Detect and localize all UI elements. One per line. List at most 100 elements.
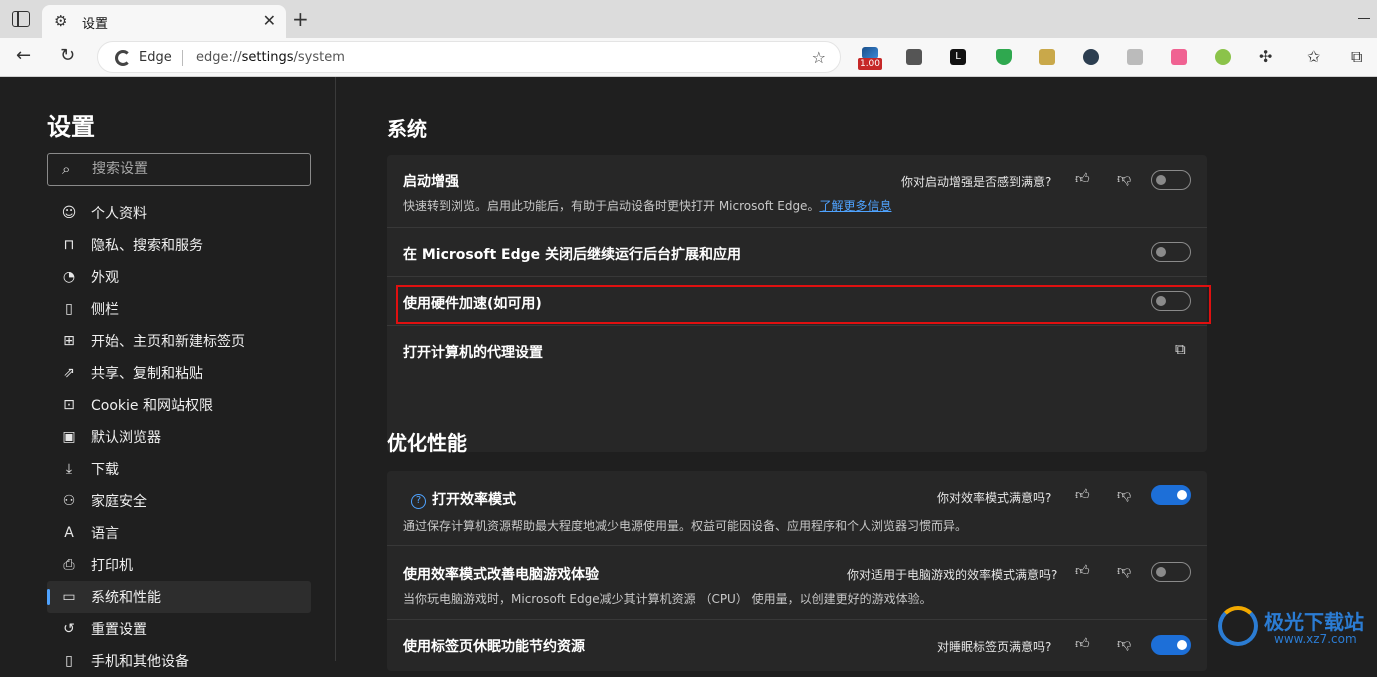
extensions-puzzle-icon[interactable]: ✣ [1259,47,1272,66]
sidebar-item-printers[interactable]: ⎙ 打印机 [47,549,311,581]
thumbs-down-icon[interactable]: 👎︎ [1117,170,1131,187]
tab-title: 设置 [82,17,109,32]
gaming-desc: 当你玩电脑游戏时，Microsoft Edge减少其计算机资源 （CPU） 使用… [403,592,932,606]
sidebar-item-languages[interactable]: A 语言 [47,517,311,549]
gaming-row: 使用效率模式改善电脑游戏体验 当你玩电脑游戏时，Microsoft Edge减少… [387,546,1207,620]
startup-boost-row: 启动增强 快速转到浏览。启用此功能后，有助于启动设备时更快打开 Microsof… [387,155,1207,228]
highlight-box [396,285,1211,324]
profile-icon: ☺ [61,205,77,221]
sidebar-item-default-browser[interactable]: ▣ 默认浏览器 [47,421,311,453]
sidebar-item-family[interactable]: ⚇ 家庭安全 [47,485,311,517]
address-bar[interactable]: Edge edge://settings/system ☆ [97,41,841,73]
external-link-icon[interactable]: ⧉ [1175,340,1186,358]
sidebar-item-start-home[interactable]: ⊞ 开始、主页和新建标签页 [47,325,311,357]
watermark: 极光下载站 www.xz7.com [1214,602,1374,652]
sidebar-item-share[interactable]: ⇗ 共享、复制和粘贴 [47,357,311,389]
learn-more-link[interactable]: 了解更多信息 [819,199,891,213]
watermark-logo-icon [1218,606,1258,646]
extension-tv-icon[interactable] [1171,49,1187,65]
sidebar-item-profile[interactable]: ☺ 个人资料 [47,197,311,229]
startup-boost-toggle[interactable] [1151,170,1191,190]
extension-image-icon[interactable] [1039,49,1055,65]
extension-l-icon[interactable]: L [950,49,966,65]
startup-boost-feedback: 你对启动增强是否感到满意? [901,175,1052,189]
thumbs-up-icon[interactable]: 👍︎ [1075,170,1090,187]
section-title-performance: 优化性能 [387,431,467,455]
edge-logo-icon [115,50,131,66]
title-bar: ⚙ 设置 ✕ + [0,0,1377,38]
search-box[interactable]: ⌕ [47,153,311,186]
page-title: 设置 [47,113,95,141]
add-favorite-icon[interactable]: ☆ [812,48,826,67]
gaming-feedback: 你对适用于电脑游戏的效率模式满意吗? [847,568,1058,582]
sleeping-tabs-toggle[interactable] [1151,635,1191,655]
sidebar-item-system[interactable]: ▭ 系统和性能 [47,581,311,613]
extension-clipboard-icon[interactable] [1127,49,1143,65]
url-text[interactable]: edge://settings/system [196,50,345,65]
address-brand: Edge [139,50,172,65]
extension-game-icon[interactable] [906,49,922,65]
help-icon[interactable]: ? [411,494,426,509]
minimize-button[interactable] [1358,18,1370,19]
efficiency-mode-feedback: 你对效率模式满意吗? [937,491,1052,505]
thumbs-down-icon[interactable]: 👎︎ [1117,635,1131,652]
efficiency-mode-row: ? 打开效率模式 通过保存计算机资源帮助最大程度地减少电源使用量。权益可能因设备、… [387,471,1207,546]
proxy-row[interactable]: 打开计算机的代理设置 ⧉ [387,326,1207,375]
system-icon: ▭ [62,589,76,605]
extension-badge: 1.00 [858,58,882,70]
sleeping-tabs-row: 使用标签页休眠功能节约资源 对睡眠标签页满意吗? 👍︎ 👎︎ [387,620,1207,671]
tab-settings[interactable]: ⚙ 设置 ✕ [42,5,286,38]
background-run-label: 在 Microsoft Edge 关闭后继续运行后台扩展和应用 [403,247,742,263]
sidebar-item-appearance[interactable]: ◔ 外观 [47,261,311,293]
reset-icon: ↺ [63,621,75,637]
startup-boost-label: 启动增强 [403,174,459,190]
sidebar-item-privacy[interactable]: ⊓ 隐私、搜索和服务 [47,229,311,261]
phone-icon: ▯ [65,653,73,669]
gaming-toggle[interactable] [1151,562,1191,582]
divider [182,50,183,66]
thumbs-up-icon[interactable]: 👍︎ [1075,562,1090,579]
new-tab-button[interactable]: + [292,9,309,29]
watermark-name: 极光下载站 [1264,610,1364,634]
efficiency-mode-label: ? 打开效率模式 [411,489,516,509]
sidebar-item-downloads[interactable]: ⤓ 下载 [47,453,311,485]
collections-icon[interactable]: ⧉ [1351,47,1362,67]
share-icon: ⇗ [63,365,75,381]
search-input[interactable] [92,161,292,177]
watermark-url: www.xz7.com [1274,632,1357,646]
back-arrow-icon[interactable]: ← [16,46,31,66]
language-icon: A [64,525,74,541]
thumbs-down-icon[interactable]: 👎︎ [1117,486,1131,503]
settings-nav: ☺ 个人资料 ⊓ 隐私、搜索和服务 ◔ 外观 ▯ 侧栏 ⊞ 开始、主页和新建标签页 ⇗ 共享… [47,197,311,677]
thumbs-up-icon[interactable]: 👍︎ [1075,486,1090,503]
gaming-label: 使用效率模式改善电脑游戏体验 [403,567,599,583]
settings-main: 系统 启动增强 快速转到浏览。启用此功能后，有助于启动设备时更快打开 Micro… [337,77,1377,671]
thumbs-up-icon[interactable]: 👍︎ [1075,635,1090,652]
sleeping-tabs-feedback: 对睡眠标签页满意吗? [937,640,1052,654]
section-title-system: 系统 [387,117,427,141]
close-icon[interactable]: ✕ [263,11,276,30]
extension-shield-icon[interactable] [996,49,1012,65]
background-run-toggle[interactable] [1151,242,1191,262]
gear-icon: ⚙ [54,12,68,30]
browser-toolbar: ← ↻ Edge edge://settings/system ☆ L ✣ ✩ … [0,38,1377,77]
sidebar-item-phone[interactable]: ▯ 手机和其他设备 [47,645,311,677]
background-run-row: 在 Microsoft Edge 关闭后继续运行后台扩展和应用 [387,228,1207,277]
tab-actions-icon[interactable] [12,11,30,27]
thumbs-down-icon[interactable]: 👎︎ [1117,562,1131,579]
search-icon: ⌕ [62,160,71,178]
sidebar-item-sidebar[interactable]: ▯ 侧栏 [47,293,311,325]
efficiency-mode-desc: 通过保存计算机资源帮助最大程度地减少电源使用量。权益可能因设备、应用程序和个人浏… [403,519,968,533]
sidebar-item-cookies[interactable]: ⊡ Cookie 和网站权限 [47,389,311,421]
extension-lime-icon[interactable] [1215,49,1231,65]
refresh-icon[interactable]: ↻ [60,46,75,66]
startup-boost-desc: 快速转到浏览。启用此功能后，有助于启动设备时更快打开 Microsoft Edg… [403,199,892,213]
cookie-icon: ⊡ [63,397,75,413]
family-icon: ⚇ [62,493,76,509]
sidebar-item-reset[interactable]: ↺ 重置设置 [47,613,311,645]
palette-icon: ◔ [62,269,76,285]
extension-ninja-icon[interactable] [1083,49,1099,65]
favorites-icon[interactable]: ✩ [1307,47,1320,66]
sidebar-icon: ▯ [65,301,73,317]
efficiency-mode-toggle[interactable] [1151,485,1191,505]
